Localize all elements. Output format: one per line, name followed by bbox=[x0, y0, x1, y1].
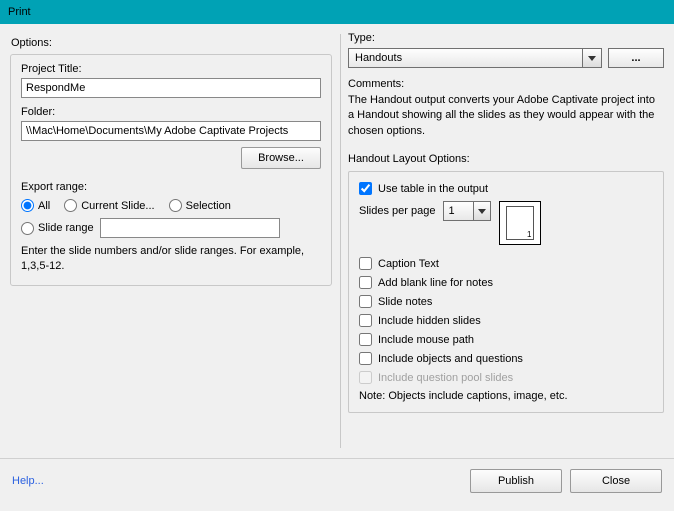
check-notes-input[interactable] bbox=[359, 295, 372, 308]
type-label: Type: bbox=[348, 32, 664, 44]
check-blank-input[interactable] bbox=[359, 276, 372, 289]
project-title-input[interactable] bbox=[21, 78, 321, 98]
check-pool-input bbox=[359, 371, 372, 384]
panel-divider bbox=[340, 34, 341, 448]
radio-all-input[interactable] bbox=[21, 199, 34, 212]
check-question-pool: Include question pool slides bbox=[359, 371, 513, 384]
check-use-table[interactable]: Use table in the output bbox=[359, 182, 488, 195]
check-blank-label: Add blank line for notes bbox=[378, 277, 493, 289]
radio-slide-range-label: Slide range bbox=[38, 222, 94, 234]
check-pool-label: Include question pool slides bbox=[378, 372, 513, 384]
radio-selection[interactable]: Selection bbox=[169, 199, 231, 212]
layout-preview bbox=[499, 201, 541, 245]
check-caption-input[interactable] bbox=[359, 257, 372, 270]
radio-current-input[interactable] bbox=[64, 199, 77, 212]
check-use-table-input[interactable] bbox=[359, 182, 372, 195]
slides-per-page-label: Slides per page bbox=[359, 205, 435, 217]
radio-selection-input[interactable] bbox=[169, 199, 182, 212]
window-title: Print bbox=[8, 6, 31, 18]
check-hidden-label: Include hidden slides bbox=[378, 315, 481, 327]
slide-range-input[interactable] bbox=[100, 218, 280, 238]
radio-all-label: All bbox=[38, 200, 50, 212]
check-slide-notes[interactable]: Slide notes bbox=[359, 295, 432, 308]
check-objects-questions[interactable]: Include objects and questions bbox=[359, 352, 523, 365]
type-panel: Type: Handouts ... Comments: The Handout… bbox=[340, 24, 674, 458]
options-panel: Options: Project Title: Folder: Browse..… bbox=[0, 24, 340, 458]
layout-options-box: Use table in the output Slides per page … bbox=[348, 171, 664, 413]
folder-input[interactable] bbox=[21, 121, 321, 141]
radio-slide-range[interactable]: Slide range bbox=[21, 222, 94, 235]
options-label: Options: bbox=[11, 37, 52, 49]
radio-slide-range-input[interactable] bbox=[21, 222, 34, 235]
slides-per-page-value: 1 bbox=[448, 205, 454, 217]
layout-options-label: Handout Layout Options: bbox=[348, 153, 664, 165]
layout-note: Note: Objects include captions, image, e… bbox=[359, 390, 653, 402]
comments-label: Comments: bbox=[348, 78, 664, 90]
check-hidden-input[interactable] bbox=[359, 314, 372, 327]
ellipsis-icon: ... bbox=[631, 52, 640, 64]
radio-current-label: Current Slide... bbox=[81, 200, 154, 212]
comments-text: The Handout output converts your Adobe C… bbox=[348, 93, 664, 139]
footer-bar: Help... Publish Close bbox=[0, 458, 674, 502]
export-range-label: Export range: bbox=[21, 181, 321, 193]
check-objects-input[interactable] bbox=[359, 352, 372, 365]
check-caption-label: Caption Text bbox=[378, 258, 439, 270]
export-range-radios: All Current Slide... Selection bbox=[21, 199, 321, 212]
chevron-down-icon bbox=[478, 209, 486, 214]
slides-per-page-dropdown[interactable]: 1 bbox=[443, 201, 491, 221]
check-mouse-path[interactable]: Include mouse path bbox=[359, 333, 474, 346]
close-button[interactable]: Close bbox=[570, 469, 662, 493]
publish-button[interactable]: Publish bbox=[470, 469, 562, 493]
layout-preview-page bbox=[506, 206, 534, 240]
titlebar: Print bbox=[0, 0, 674, 24]
radio-all[interactable]: All bbox=[21, 199, 50, 212]
check-use-table-label: Use table in the output bbox=[378, 183, 488, 195]
check-notes-label: Slide notes bbox=[378, 296, 432, 308]
check-mouse-input[interactable] bbox=[359, 333, 372, 346]
check-hidden-slides[interactable]: Include hidden slides bbox=[359, 314, 481, 327]
check-objects-label: Include objects and questions bbox=[378, 353, 523, 365]
options-fieldset: Options: Project Title: Folder: Browse..… bbox=[10, 54, 332, 286]
folder-label: Folder: bbox=[21, 106, 321, 118]
help-link[interactable]: Help... bbox=[12, 475, 44, 487]
radio-selection-label: Selection bbox=[186, 200, 231, 212]
dialog-body: Options: Project Title: Folder: Browse..… bbox=[0, 24, 674, 458]
browse-button[interactable]: Browse... bbox=[241, 147, 321, 169]
type-options-button[interactable]: ... bbox=[608, 48, 664, 68]
check-mouse-label: Include mouse path bbox=[378, 334, 474, 346]
project-title-label: Project Title: bbox=[21, 63, 321, 75]
type-dropdown-value: Handouts bbox=[355, 52, 402, 64]
slide-range-hint: Enter the slide numbers and/or slide ran… bbox=[21, 244, 321, 275]
chevron-down-icon bbox=[588, 56, 596, 61]
check-caption-text[interactable]: Caption Text bbox=[359, 257, 439, 270]
type-dropdown[interactable]: Handouts bbox=[348, 48, 602, 68]
radio-current[interactable]: Current Slide... bbox=[64, 199, 154, 212]
check-blank-line[interactable]: Add blank line for notes bbox=[359, 276, 493, 289]
